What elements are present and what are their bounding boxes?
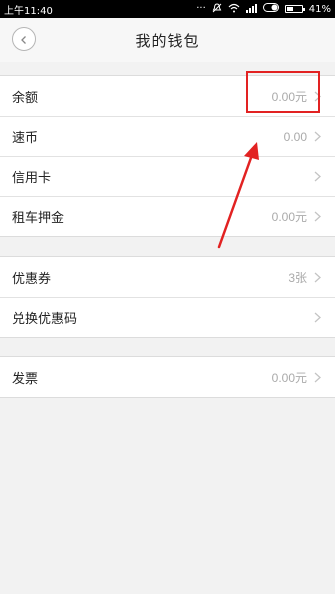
chevron-right-icon <box>311 271 323 283</box>
balance-value: 0.00元 <box>271 89 307 104</box>
status-time: 上午11:40 <box>4 5 53 17</box>
chevron-right-icon <box>311 371 323 383</box>
signal-dots-icon: ··· <box>196 3 206 14</box>
invoice-value: 0.00元 <box>271 370 307 385</box>
wifi-icon <box>228 3 240 16</box>
coupon-row[interactable]: 优惠券 3张 <box>0 257 335 297</box>
back-button[interactable] <box>12 27 36 51</box>
redeem-code-row[interactable]: 兑换优惠码 <box>0 297 335 337</box>
status-bar: 上午11:40 ··· 41% <box>0 0 335 18</box>
rental-deposit-label: 租车押金 <box>12 211 65 226</box>
rental-deposit-value: 0.00元 <box>271 210 307 224</box>
coupon-label: 优惠券 <box>12 271 52 287</box>
wallet-group-2: 优惠券 3张 兑换优惠码 <box>0 256 335 338</box>
coupon-value: 3张 <box>288 270 307 285</box>
toggle-icon <box>262 3 279 15</box>
coin-row[interactable]: 速币 0.00 <box>0 116 335 156</box>
chevron-right-icon <box>311 312 323 324</box>
wallet-group-1: 余额 0.00元 速币 0.00 信用卡 租车押金 0.00元 <box>0 75 335 237</box>
coin-value: 0.00 <box>283 129 307 144</box>
header: 我的钱包 <box>0 18 335 62</box>
signal-icon <box>245 3 257 16</box>
invoice-row[interactable]: 发票 0.00元 <box>0 357 335 397</box>
chevron-right-icon <box>311 90 323 102</box>
credit-card-label: 信用卡 <box>12 171 52 186</box>
mute-icon <box>212 2 222 16</box>
battery-icon <box>284 5 305 13</box>
battery-percent: 41% <box>308 3 331 15</box>
coin-label: 速币 <box>12 131 39 146</box>
credit-card-row[interactable]: 信用卡 <box>0 156 335 196</box>
balance-label: 余额 <box>12 90 39 106</box>
balance-row[interactable]: 余额 0.00元 <box>0 76 335 116</box>
chevron-left-icon <box>19 30 29 49</box>
chevron-right-icon <box>311 211 323 223</box>
chevron-right-icon <box>311 131 323 143</box>
wallet-group-3: 发票 0.00元 <box>0 356 335 398</box>
status-icons: ··· 41% <box>196 2 331 16</box>
invoice-label: 发票 <box>12 371 39 387</box>
rental-deposit-row[interactable]: 租车押金 0.00元 <box>0 196 335 236</box>
chevron-right-icon <box>311 171 323 183</box>
redeem-code-label: 兑换优惠码 <box>12 312 78 327</box>
page-title: 我的钱包 <box>135 31 200 50</box>
